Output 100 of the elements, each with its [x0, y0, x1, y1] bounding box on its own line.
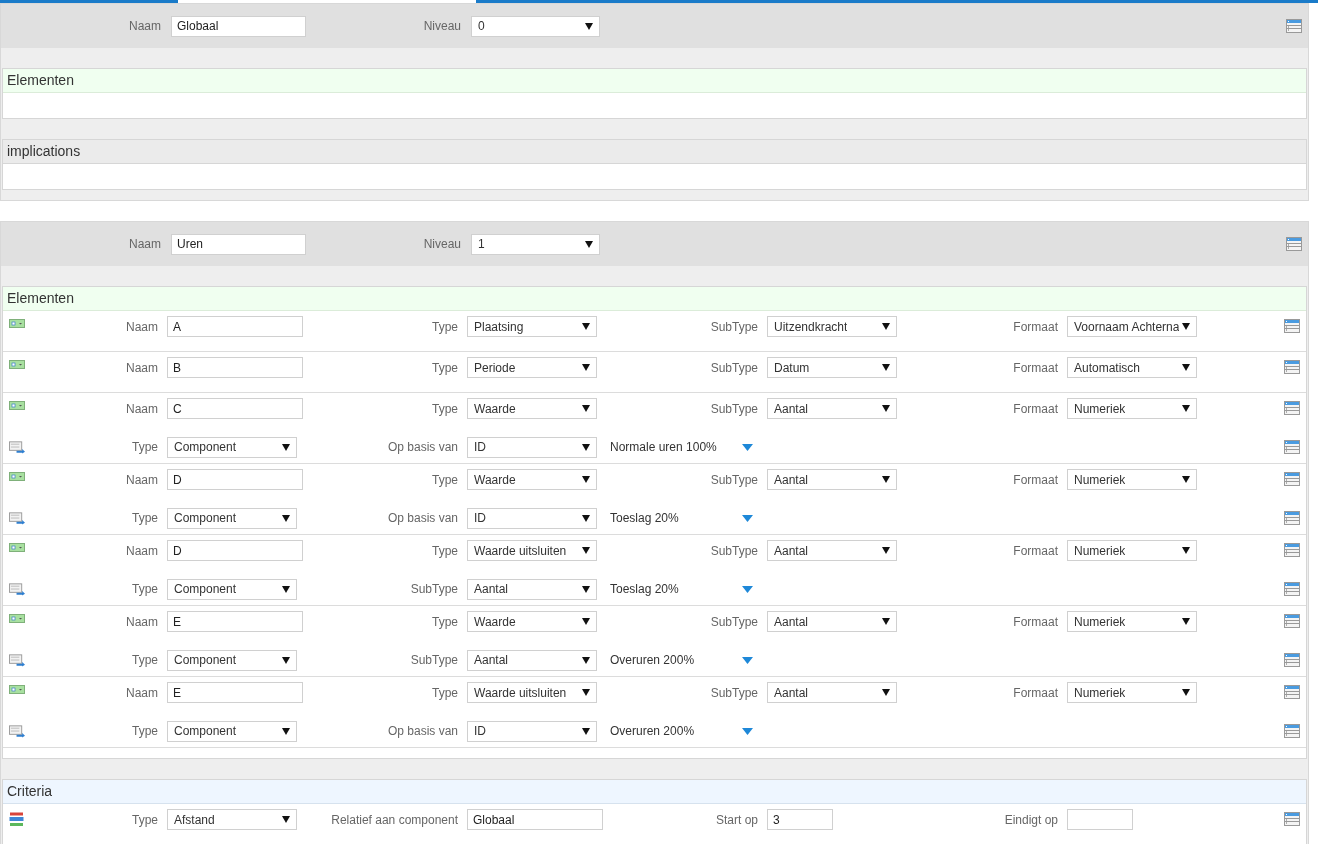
- dropdown[interactable]: Numeriek: [1067, 540, 1197, 561]
- caret-icon: [282, 585, 290, 593]
- component-picker[interactable]: Overuren 200%: [610, 651, 755, 669]
- dropdown[interactable]: Component: [167, 578, 297, 600]
- list-menu-icon[interactable]: [1284, 614, 1300, 628]
- dropdown[interactable]: Aantal: [767, 540, 897, 561]
- section-header: Elementen: [3, 287, 1306, 311]
- dropdown[interactable]: Periode: [467, 357, 597, 378]
- dropdown[interactable]: Numeriek: [1067, 611, 1197, 632]
- dropdown[interactable]: ID: [467, 720, 597, 742]
- input-field[interactable]: D: [167, 540, 303, 561]
- dropdown[interactable]: Waarde uitsluiten: [467, 682, 597, 703]
- dropdown[interactable]: Waarde: [467, 398, 597, 419]
- linked-row-icon[interactable]: [9, 511, 25, 525]
- input-field[interactable]: B: [167, 357, 303, 378]
- dropdown[interactable]: Component: [167, 436, 297, 458]
- field-label: Formaat: [1012, 400, 1058, 418]
- component-picker[interactable]: Toeslag 20%: [610, 580, 755, 598]
- caret-icon: [742, 727, 753, 735]
- dropdown[interactable]: Aantal: [467, 578, 597, 600]
- input-field[interactable]: D: [167, 469, 303, 490]
- table-row-icon[interactable]: [9, 543, 25, 552]
- dropdown[interactable]: ID: [467, 436, 597, 458]
- list-menu-icon[interactable]: [1284, 401, 1300, 415]
- caret-icon: [582, 585, 590, 593]
- input-field[interactable]: 3: [767, 809, 833, 830]
- input-field[interactable]: Globaal: [171, 15, 306, 37]
- list-menu-icon[interactable]: [1284, 472, 1300, 486]
- dropdown[interactable]: Component: [167, 507, 297, 529]
- field-label: Naam: [125, 359, 158, 377]
- dropdown[interactable]: Waarde: [467, 611, 597, 632]
- table-row-icon[interactable]: [9, 685, 25, 694]
- dropdown[interactable]: Automatisch: [1067, 357, 1197, 378]
- list-menu-icon[interactable]: [1284, 511, 1300, 525]
- dropdown[interactable]: Aantal: [467, 649, 597, 671]
- input-field[interactable]: C: [167, 398, 303, 419]
- list-menu-icon[interactable]: [1284, 360, 1300, 374]
- field-label: Naam: [125, 318, 158, 336]
- input-field[interactable]: [1067, 809, 1133, 830]
- dropdown[interactable]: Numeriek: [1067, 398, 1197, 419]
- table-row-icon[interactable]: [9, 614, 25, 623]
- stacked-bars-icon[interactable]: [9, 812, 24, 827]
- list-menu-icon[interactable]: [1284, 440, 1300, 454]
- component-picker[interactable]: Overuren 200%: [610, 722, 755, 740]
- input-field[interactable]: E: [167, 611, 303, 632]
- list-menu-icon[interactable]: [1284, 319, 1300, 333]
- field-label: Eindigt op: [1003, 811, 1058, 829]
- caret-icon: [582, 443, 590, 451]
- dropdown[interactable]: Uitzendkracht: [767, 316, 897, 337]
- input-field[interactable]: E: [167, 682, 303, 703]
- component-picker[interactable]: Toeslag 20%: [610, 509, 755, 527]
- input-field[interactable]: Globaal: [467, 809, 603, 830]
- input-field[interactable]: Uren: [171, 233, 306, 255]
- linked-row-icon[interactable]: [9, 653, 25, 667]
- caret-icon: [282, 443, 290, 451]
- dropdown[interactable]: 1: [471, 233, 600, 255]
- caret-icon: [582, 364, 590, 371]
- dropdown[interactable]: Plaatsing: [467, 316, 597, 337]
- dropdown[interactable]: Aantal: [767, 398, 897, 419]
- dropdown[interactable]: Voornaam Achterna: [1067, 316, 1197, 337]
- dropdown[interactable]: Aantal: [767, 611, 897, 632]
- dropdown[interactable]: Datum: [767, 357, 897, 378]
- field-label: Formaat: [1012, 542, 1058, 560]
- dropdown[interactable]: Numeriek: [1067, 682, 1197, 703]
- dropdown[interactable]: Component: [167, 649, 297, 671]
- section-header: Criteria: [3, 780, 1306, 804]
- list-menu-icon[interactable]: [1284, 724, 1300, 738]
- dropdown[interactable]: Aantal: [767, 682, 897, 703]
- dropdown[interactable]: Numeriek: [1067, 469, 1197, 490]
- table-row-icon[interactable]: [9, 401, 25, 410]
- field-label: Naam: [128, 18, 161, 35]
- field-label: SubType: [409, 581, 458, 598]
- list-menu-icon[interactable]: [1286, 237, 1302, 251]
- linked-row-icon[interactable]: [9, 440, 25, 454]
- table-row-icon[interactable]: [9, 360, 25, 369]
- linked-row-icon[interactable]: [9, 582, 25, 596]
- dropdown[interactable]: Component: [167, 720, 297, 742]
- component-picker[interactable]: Normale uren 100%: [610, 438, 755, 456]
- table-row-icon[interactable]: [9, 472, 25, 481]
- field-label: Type: [131, 510, 158, 527]
- dropdown[interactable]: ID: [467, 507, 597, 529]
- dropdown[interactable]: Aantal: [767, 469, 897, 490]
- field-label: Type: [131, 581, 158, 598]
- caret-icon: [882, 476, 890, 483]
- dropdown[interactable]: Waarde uitsluiten: [467, 540, 597, 561]
- field-label: Niveau: [422, 18, 461, 35]
- dropdown[interactable]: 0: [471, 15, 600, 37]
- list-menu-icon[interactable]: [1284, 653, 1300, 667]
- list-menu-icon[interactable]: [1284, 812, 1300, 826]
- linked-row-icon[interactable]: [9, 724, 25, 738]
- list-menu-icon[interactable]: [1284, 685, 1300, 699]
- list-menu-icon[interactable]: [1286, 19, 1302, 33]
- table-row-icon[interactable]: [9, 319, 25, 328]
- list-menu-icon[interactable]: [1284, 543, 1300, 557]
- dropdown[interactable]: Waarde: [467, 469, 597, 490]
- input-field[interactable]: A: [167, 316, 303, 337]
- section-header: Elementen: [3, 69, 1306, 93]
- dropdown[interactable]: Afstand: [167, 809, 297, 830]
- list-menu-icon[interactable]: [1284, 582, 1300, 596]
- caret-icon: [1182, 323, 1190, 330]
